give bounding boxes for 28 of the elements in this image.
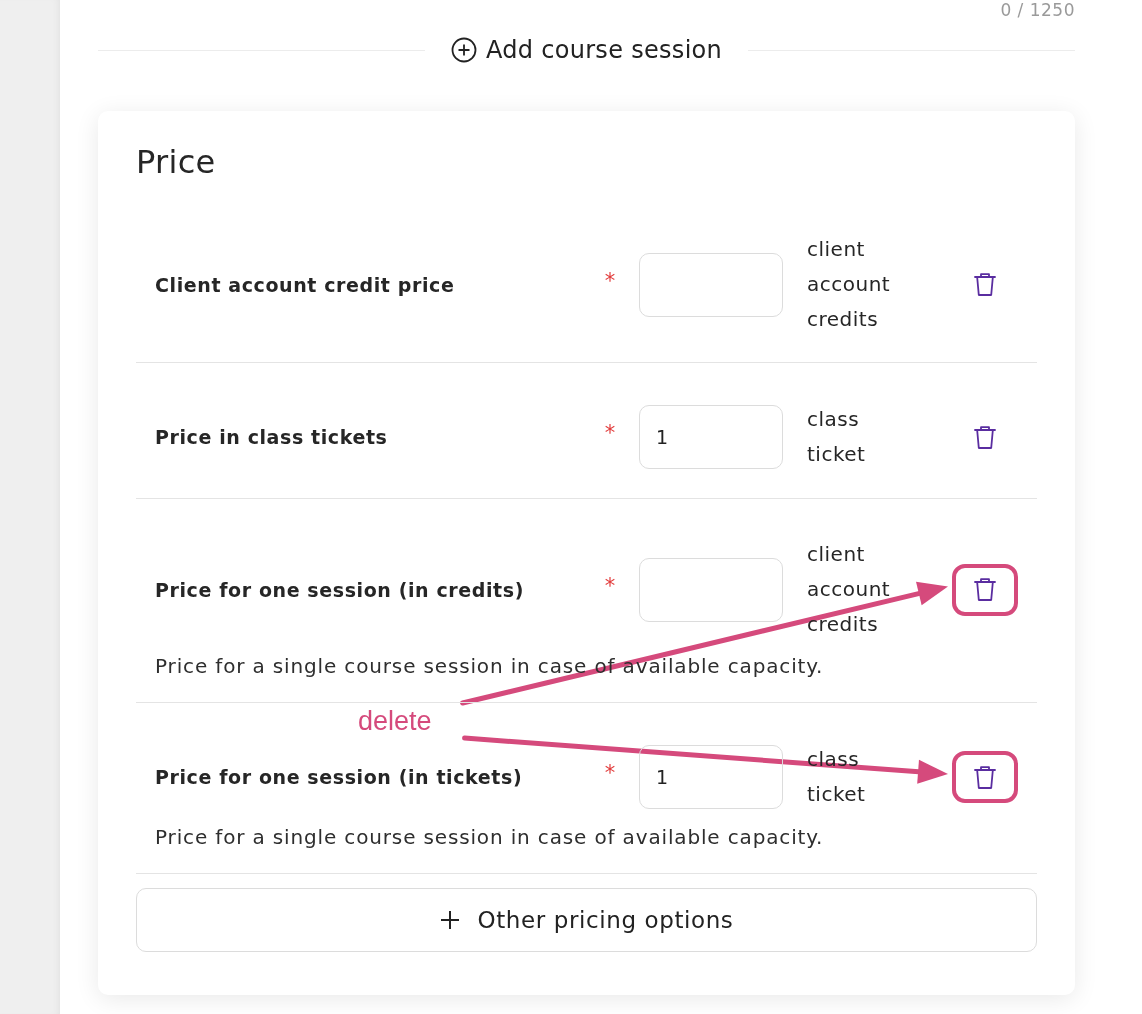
price-input[interactable] xyxy=(639,252,783,317)
section-title: Price xyxy=(136,143,217,181)
required-asterisk: * xyxy=(604,421,616,445)
field-label: Price for one session (in tickets) xyxy=(155,766,524,788)
price-input[interactable] xyxy=(639,557,783,622)
unit-label: client account credits xyxy=(807,236,892,333)
required-asterisk: * xyxy=(604,268,616,293)
field-description: Price for a single course session in case of available capacity. xyxy=(155,653,825,680)
field-description: Price for a single course session in case of available capacity. xyxy=(155,824,825,851)
trash-icon xyxy=(974,272,996,297)
trash-icon xyxy=(974,424,996,450)
trash-icon xyxy=(974,577,996,602)
character-counter: 0 / 1250 xyxy=(1000,0,1075,20)
unit-label: class ticket xyxy=(807,406,867,468)
field-label: Price for one session (in credits) xyxy=(155,578,525,601)
field-label: Price in class tickets xyxy=(155,426,389,448)
annotation-label: delete xyxy=(358,705,432,737)
price-input[interactable]: 1 xyxy=(639,745,783,809)
field-label: Client account credit price xyxy=(155,273,456,296)
unit-label: client account credits xyxy=(807,541,892,638)
required-asterisk: * xyxy=(604,573,616,598)
plus-circle-icon xyxy=(450,37,477,63)
add-session-button[interactable]: Add course session xyxy=(448,32,725,68)
price-input[interactable]: 1 xyxy=(639,405,783,469)
other-pricing-button[interactable]: Other pricing options xyxy=(136,888,1037,952)
required-asterisk: * xyxy=(604,761,616,785)
plus-icon xyxy=(439,910,460,930)
trash-icon xyxy=(974,764,996,790)
